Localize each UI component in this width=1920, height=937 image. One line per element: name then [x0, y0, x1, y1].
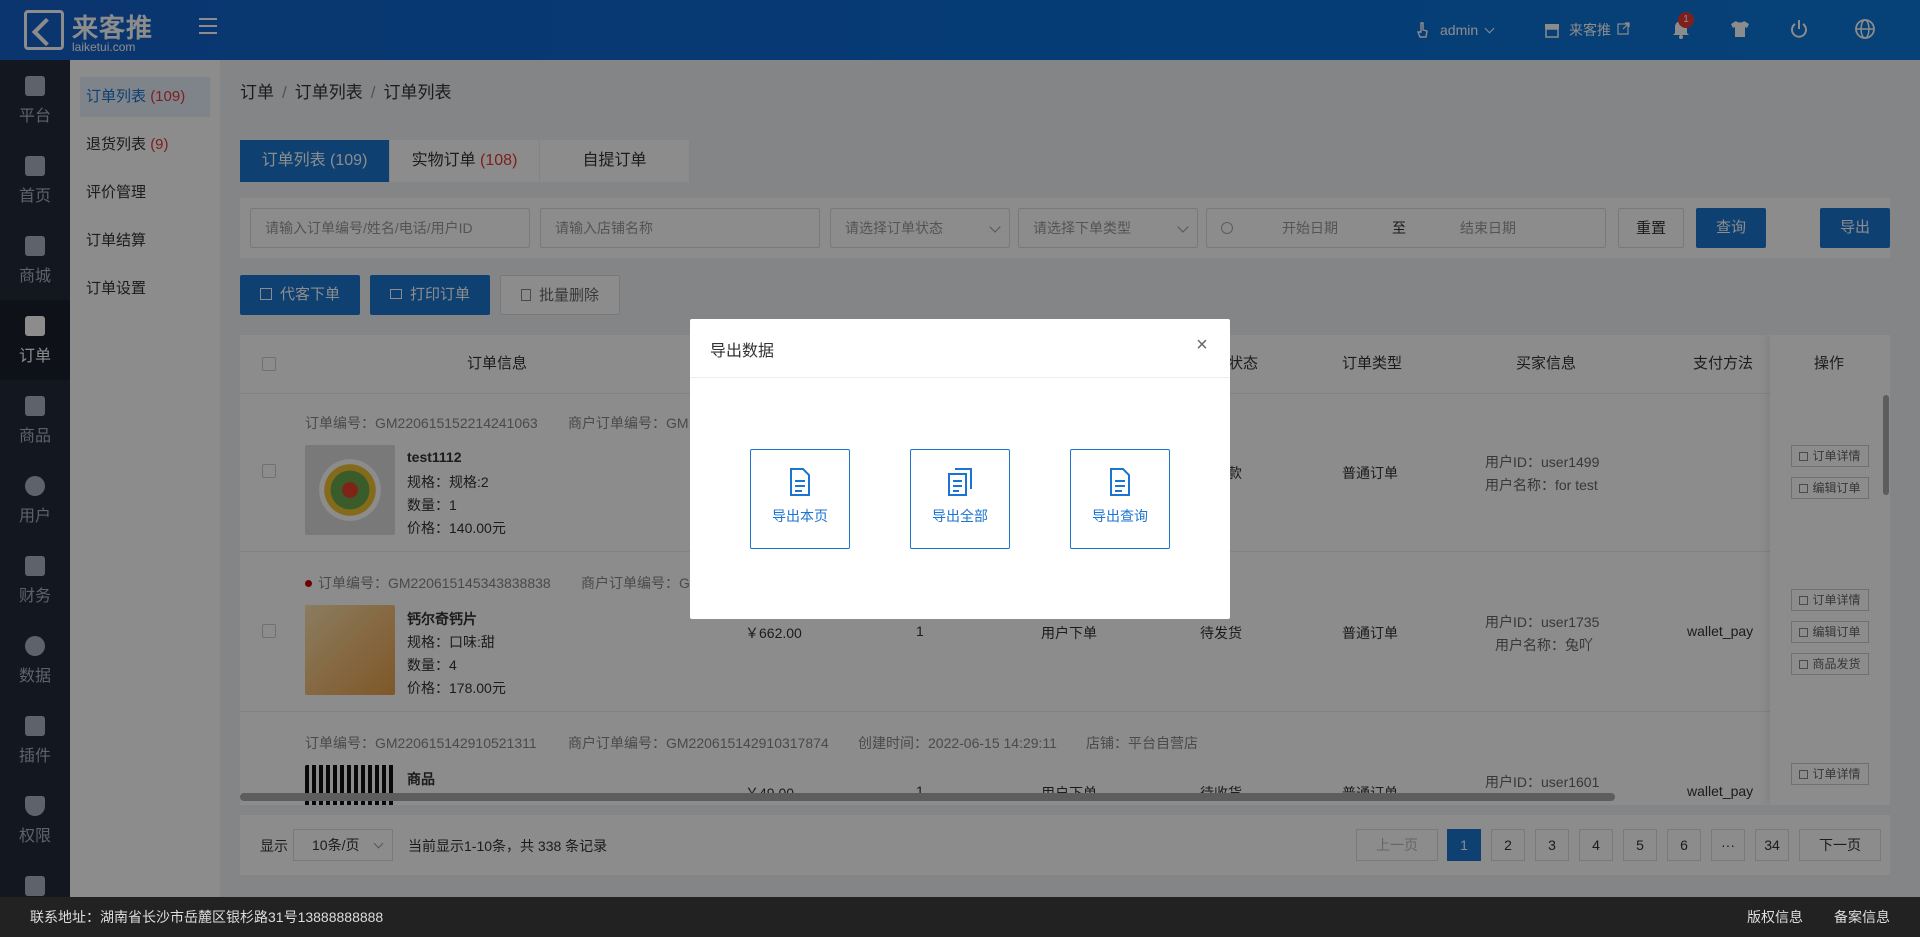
export-all-button[interactable]: 导出全部	[910, 449, 1010, 549]
copyright-link[interactable]: 版权信息	[1747, 897, 1803, 937]
footer: 联系地址：湖南省长沙市岳麓区银杉路31号13888888888 版权信息 备案信…	[0, 897, 1920, 937]
export-option-label: 导出全部	[932, 508, 988, 524]
document-icon	[790, 468, 810, 496]
export-dialog: 导出数据 × 导出本页 导出全部 导出查询	[690, 319, 1230, 619]
export-query-button[interactable]: 导出查询	[1070, 449, 1170, 549]
export-option-label: 导出查询	[1092, 508, 1148, 524]
footer-address: 联系地址：湖南省长沙市岳麓区银杉路31号13888888888	[30, 909, 384, 925]
export-current-page-button[interactable]: 导出本页	[750, 449, 850, 549]
documents-icon	[948, 468, 972, 496]
close-icon[interactable]: ×	[1192, 335, 1212, 355]
dialog-title: 导出数据	[710, 343, 775, 360]
export-option-label: 导出本页	[772, 508, 828, 524]
document-icon	[1110, 468, 1130, 496]
record-link[interactable]: 备案信息	[1834, 897, 1890, 937]
